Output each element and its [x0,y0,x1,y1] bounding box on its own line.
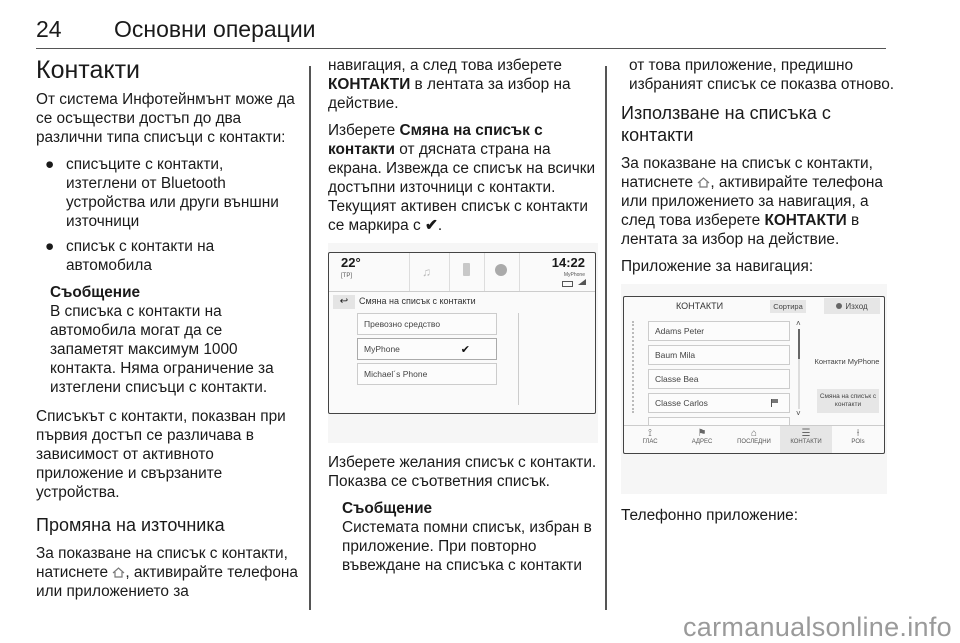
contacts-source-label: Контакти MyPhone [814,357,880,366]
section-title-contacts: Контакти [36,56,140,84]
device-name: MyPhone [563,272,585,278]
panel-divider [518,313,519,405]
note-box: Съобщение Системата помни списък, избран… [342,499,598,575]
alphabet-index[interactable] [632,321,637,413]
battery-icon [562,281,573,287]
section-title-use-contacts: Използване на списъка с контакти [621,103,831,145]
paragraph: За показване на списък с контакти, натис… [36,545,298,600]
navigation-icon[interactable] [495,264,507,276]
action-bar: ⟟ ГЛАС ⚑ АДРЕС ⌂ ПОСЛЕДНИ ☰ КОНТАКТИ ⍿ POIs [624,425,884,453]
scrollbar-thumb[interactable] [798,329,800,359]
page-header: 24 Основни операции [36,14,886,49]
paragraph: Приложение за навигация: [621,258,814,275]
paragraph: Изберете Смяна на списък с контакти от д… [328,122,596,234]
change-contact-list-button[interactable]: Смяна на списък с контакти [817,389,879,413]
exit-button[interactable]: Изход [824,298,880,314]
screenshot-contacts-navigation: КОНТАКТИ Сортира Изход Adams Peter Baum … [621,284,887,494]
paragraph: За показване на списък с контакти, натис… [621,155,883,248]
bullet-icon: ● [45,238,55,255]
contacts-icon: ☰ [801,428,811,439]
column-divider [605,66,607,610]
scroll-down-arrow[interactable]: ˅ [796,409,801,418]
recent-icon: ⌂ [750,428,758,439]
scrollbar[interactable] [798,329,800,409]
home-icon [112,567,125,578]
note-title: Съобщение [342,500,433,517]
note-box: Съобщение В списъка с контакти на автомо… [50,283,298,397]
back-button[interactable]: ↩ [333,295,355,309]
contact-row-partial[interactable] [648,417,790,425]
list-item: ● списъците с контакти, изтеглени от Blue… [45,156,279,230]
flag-icon: ⚑ [697,428,707,439]
section-title-change-source: Промяна на източника [36,515,225,535]
note-continuation: от това приложение, предишно избраният с… [629,57,895,93]
bullet-icon: ● [45,156,55,173]
tp-indicator: [TP] [341,273,353,279]
list-item[interactable]: Превозно средство [357,313,497,335]
intro-paragraph: От система Инфотейнмънт може да се осъще… [36,91,295,146]
voice-icon: ⟟ [648,428,652,439]
flag-icon [771,399,779,407]
watermark: carmanualsonline.info [683,612,952,642]
clock: 14:22 [551,255,585,270]
note-text: В списъка с контакти на автомобила могат… [50,303,274,396]
tab-voice[interactable]: ⟟ ГЛАС [624,426,676,453]
bullet-list: ● списъците с контакти, изтеглени от Blue… [36,155,298,275]
temperature: 22° [341,255,361,270]
paragraph: Списъкът с контакти, показван при първия… [36,408,286,501]
tab-pois[interactable]: ⍿ POIs [832,426,884,453]
list-item[interactable]: Michael´s Phone [357,363,497,385]
list-item-selected[interactable]: MyPhone ✔ [357,338,497,360]
checkmark-icon: ✔ [424,217,438,234]
tab-recent[interactable]: ⌂ ПОСЛЕДНИ [728,426,780,453]
screen-title: КОНТАКТИ [676,301,724,311]
home-icon [697,177,710,188]
paragraph: Телефонно приложение: [621,507,798,524]
contact-row[interactable]: Baum Mila [648,345,790,365]
sort-button[interactable]: Сортира [770,300,806,313]
column-1: Контакти От система Инфотейнмънт може да… [36,56,298,609]
page-number: 24 [36,16,62,42]
paragraph: навигация, а след това изберете КОНТАКТИ… [328,57,571,112]
contact-row[interactable]: Classe Bea [648,369,790,389]
scroll-up-arrow[interactable]: ˄ [796,319,801,328]
infotainment-screen: КОНТАКТИ Сортира Изход Adams Peter Baum … [623,296,885,454]
tab-address[interactable]: ⚑ АДРЕС [676,426,728,453]
screenshot-change-contact-list: 22° [TP] ♫ 14:22 MyPhone ↩ Смяна на спис… [328,243,598,443]
phone-icon[interactable] [463,263,470,276]
tab-contacts-active[interactable]: ☰ КОНТАКТИ [780,426,832,453]
status-bar: 22° [TP] ♫ 14:22 MyPhone [329,253,595,292]
contact-row[interactable]: Adams Peter [648,321,790,341]
chapter-title: Основни операции [114,16,316,42]
note-title: Съобщение [50,284,141,301]
list-item: ● списък с контакти на автомобила [45,238,215,274]
note-text: Системата помни списък, избран в приложе… [342,519,592,574]
column-2: навигация, а след това изберете КОНТАКТИ… [328,56,598,585]
column-divider [309,66,311,610]
music-icon[interactable]: ♫ [422,265,436,279]
infotainment-screen: 22° [TP] ♫ 14:22 MyPhone ↩ Смяна на спис… [328,252,596,414]
signal-icon [578,279,586,285]
exit-icon [836,303,843,309]
contact-row[interactable]: Classe Carlos [648,393,790,413]
paragraph: Изберете желания списък с контакти. Пока… [328,454,597,490]
screen-title: Смяна на списък с контакти [359,296,476,306]
checkmark-icon: ✔ [460,343,470,356]
poi-icon: ⍿ [856,428,860,439]
column-3: от това приложение, предишно избраният с… [621,56,896,533]
